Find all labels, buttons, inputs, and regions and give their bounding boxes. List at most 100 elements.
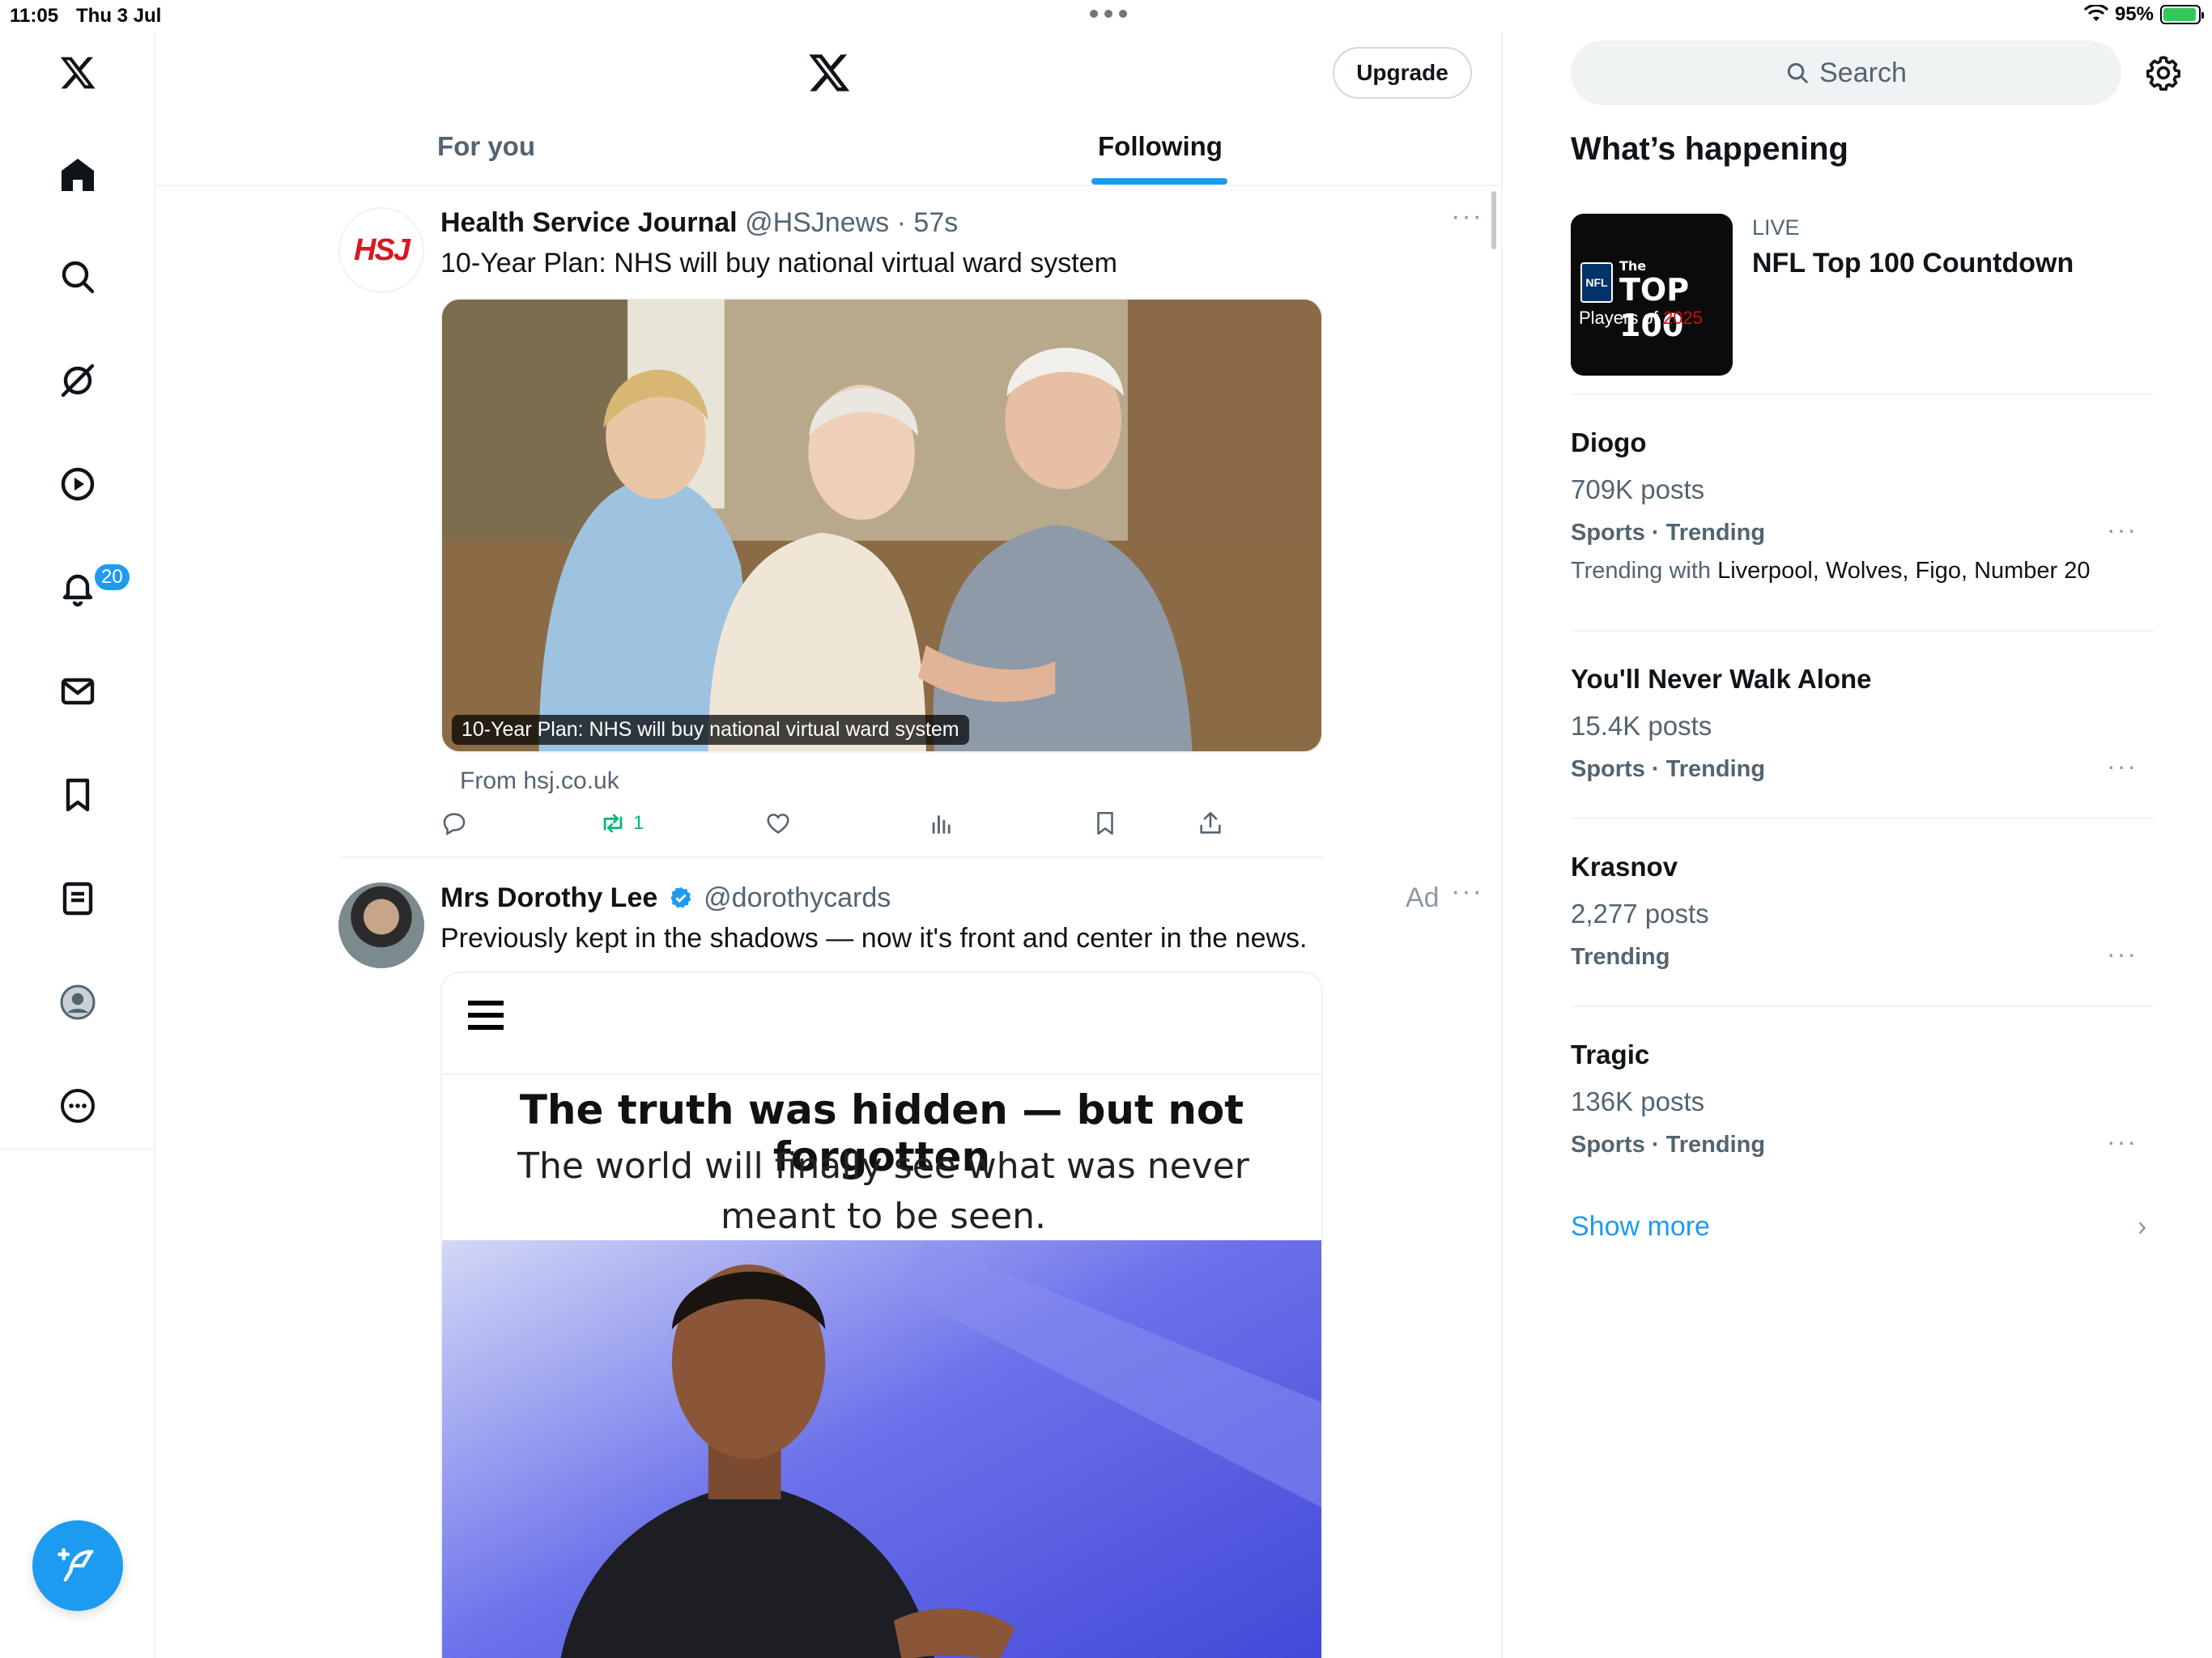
trend-name: Tragic [1571, 1039, 1650, 1069]
nav-profile-icon[interactable] [49, 973, 107, 1031]
trend-posts: 709K posts [1571, 474, 1705, 504]
tweet-text: Previously kept in the shadows — now it'… [440, 923, 1308, 954]
nav-notifications-icon[interactable]: 20 [49, 559, 132, 617]
trend-more-icon[interactable]: ··· [2107, 515, 2138, 545]
share-button[interactable] [1197, 810, 1224, 837]
ad-label: Ad [1406, 882, 1440, 913]
nav-messages-icon[interactable] [49, 662, 107, 721]
trend-item[interactable]: Krasnov 2,277 posts Trending ··· [1571, 852, 2154, 971]
nfl-logo: NFL [1580, 262, 1613, 303]
tweet-time[interactable]: 57s [913, 207, 958, 238]
main-timeline: Upgrade For you Following HSJ Health Ser… [157, 32, 1503, 1658]
x-logo-icon[interactable] [806, 50, 852, 96]
chevron-right-icon[interactable]: › [2138, 1211, 2146, 1243]
trend-name: Krasnov [1571, 852, 1678, 882]
trend-posts: 2,277 posts [1571, 899, 1709, 929]
author-name[interactable]: Health Service Journal [440, 207, 738, 238]
rail-divider [0, 1148, 155, 1150]
hsj-logo: HSJ [354, 232, 410, 267]
bookmark-button[interactable] [1091, 810, 1119, 837]
notification-badge: 20 [92, 562, 132, 593]
trend-name: You'll Never Walk Alone [1571, 664, 1872, 694]
trend-category: Sports · Trending [1571, 756, 1766, 782]
analytics-icon [932, 815, 951, 834]
tweet-more-icon[interactable]: ··· [1451, 876, 1483, 908]
live-event-thumbnail[interactable]: NFL The TOP 100 Players of 2025 [1571, 214, 1733, 376]
tab-for-you[interactable]: For you [437, 131, 535, 162]
bookmark-icon [1097, 811, 1113, 835]
link-source[interactable]: From hsj.co.uk [460, 767, 619, 795]
nav-more-icon[interactable] [49, 1077, 107, 1135]
show-more-link[interactable]: Show more [1571, 1211, 1710, 1243]
retweet-button[interactable]: 1 [599, 810, 644, 837]
share-icon [1200, 811, 1221, 834]
avatar[interactable]: HSJ [338, 207, 424, 293]
tweet-more-icon[interactable]: ··· [1451, 201, 1483, 232]
feather-plus-icon [57, 1548, 94, 1582]
live-label: LIVE [1752, 215, 1800, 240]
status-right: 95% [2083, 3, 2204, 26]
trending-with: Trending with Liverpool, Wolves, Figo, N… [1571, 558, 2091, 584]
search-icon [1788, 62, 1808, 83]
trend-more-icon[interactable]: ··· [2107, 751, 2138, 781]
active-tab-indicator [1091, 178, 1227, 185]
tweet-text: 10-Year Plan: NHS will buy national virt… [440, 248, 1117, 278]
tab-following[interactable]: Following [1098, 131, 1223, 162]
nav-bookmarks-icon[interactable] [49, 766, 107, 824]
status-date: Thu 3 Jul [76, 5, 162, 27]
trend-posts: 15.4K posts [1571, 711, 1712, 741]
x-logo-icon[interactable] [49, 44, 107, 102]
author-handle[interactable]: @HSJnews [745, 207, 889, 238]
search-placeholder: Search [1819, 57, 1907, 88]
heart-icon [767, 814, 789, 834]
trend-divider [1571, 1005, 2154, 1007]
views-button[interactable] [928, 810, 955, 837]
trend-item[interactable]: You'll Never Walk Alone 15.4K posts Spor… [1571, 664, 2154, 783]
players-of-2025-text: Players of 2025 [1579, 308, 1703, 328]
retweet-icon [603, 814, 623, 833]
reply-icon [443, 813, 466, 836]
ad-card[interactable]: The truth was hidden — but not forgotten… [440, 971, 1323, 1658]
multitasking-dots[interactable] [1090, 10, 1127, 18]
status-bar: 11:05 Thu 3 Jul 95% [0, 0, 2212, 32]
search-input[interactable]: Search [1571, 40, 2121, 105]
trend-more-icon[interactable]: ··· [2107, 1127, 2138, 1157]
status-time: 11:05 [10, 5, 59, 27]
trend-item[interactable]: Diogo 709K posts Sports · Trending Trend… [1571, 427, 2154, 585]
scrollbar-thumb[interactable] [1491, 191, 1496, 249]
nav-grok-icon[interactable] [49, 351, 107, 410]
trend-more-icon[interactable]: ··· [2107, 939, 2138, 969]
like-button[interactable] [764, 810, 792, 837]
tweet-header: Mrs Dorothy Lee @dorothycards [440, 882, 891, 914]
tweet-header: Health Service Journal @HSJnews · 57s [440, 207, 959, 238]
ad-photo [442, 1240, 1321, 1658]
tweet-media-image[interactable]: 10-Year Plan: NHS will buy national virt… [440, 298, 1323, 753]
tweet[interactable]: Mrs Dorothy Lee @dorothycards Ad ··· Pre… [338, 876, 1482, 1658]
nav-video-icon[interactable] [49, 455, 107, 513]
reply-button[interactable] [440, 810, 468, 837]
live-event-title[interactable]: NFL Top 100 Countdown [1752, 248, 2074, 279]
author-name[interactable]: Mrs Dorothy Lee [440, 882, 657, 913]
nav-search-icon[interactable] [49, 248, 107, 306]
trend-category: Sports · Trending [1571, 520, 1766, 546]
nav-lists-icon[interactable] [49, 869, 107, 928]
battery-icon [2160, 5, 2204, 24]
trend-divider [1571, 393, 2154, 395]
tweet-actions: 1 [440, 810, 1323, 842]
ad-subtext: The world will finally see what was neve… [517, 1146, 1249, 1237]
trend-name: Diogo [1571, 427, 1647, 457]
compose-post-button[interactable] [32, 1520, 123, 1611]
nav-home-icon[interactable] [49, 146, 107, 204]
upgrade-button[interactable]: Upgrade [1333, 47, 1472, 99]
verified-badge-icon [670, 886, 691, 908]
hamburger-menu-icon [468, 1001, 504, 1037]
trend-item[interactable]: Tragic 136K posts Sports · Trending ··· [1571, 1039, 2154, 1158]
settings-gear-icon[interactable] [2144, 53, 2183, 92]
care-scene-photo [442, 300, 1321, 751]
top100-logo-text: The TOP 100 [1619, 258, 1690, 344]
avatar[interactable] [338, 882, 424, 968]
ad-card-header [442, 973, 1321, 1075]
author-handle[interactable]: @dorothycards [704, 882, 891, 913]
retweet-count: 1 [633, 812, 644, 834]
tweet[interactable]: HSJ Health Service Journal @HSJnews · 57… [338, 201, 1482, 836]
